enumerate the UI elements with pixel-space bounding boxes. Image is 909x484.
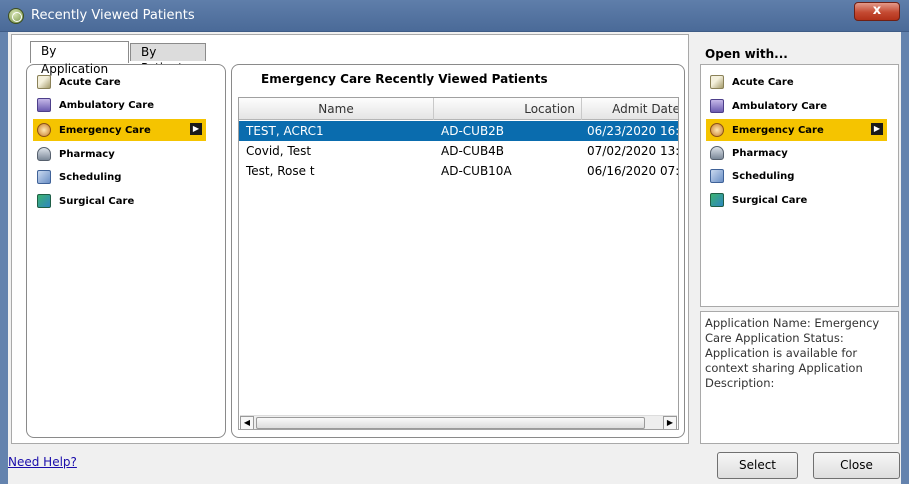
app-item-label: Surgical Care bbox=[59, 195, 135, 207]
ambulatory-icon bbox=[37, 98, 51, 112]
grid-header: Name Location Admit Date bbox=[239, 98, 678, 120]
app-item-label: Acute Care bbox=[732, 76, 794, 88]
app-item-label: Scheduling bbox=[732, 170, 795, 182]
open-with-pharmacy[interactable]: Pharmacy bbox=[706, 142, 887, 164]
app-item-label: Scheduling bbox=[59, 171, 122, 183]
column-header-name[interactable]: Name bbox=[239, 98, 434, 120]
app-item-surgical-care[interactable]: Surgical Care bbox=[33, 190, 206, 212]
surgical-icon bbox=[710, 193, 724, 207]
tab-by-application[interactable]: By Application bbox=[30, 41, 129, 76]
pharmacy-icon bbox=[37, 147, 51, 161]
select-button[interactable]: Select bbox=[717, 452, 798, 479]
column-header-admit-date[interactable]: Admit Date bbox=[583, 98, 678, 120]
open-with-list: Acute Care Ambulatory Care Emergency Car… bbox=[700, 64, 899, 307]
application-description: Application Name: Emergency Care Applica… bbox=[700, 311, 899, 444]
launch-arrow-icon[interactable]: ▶ bbox=[871, 123, 883, 135]
column-header-location[interactable]: Location bbox=[435, 98, 582, 120]
cell-admit-date: 07/02/2020 13:31 bbox=[587, 144, 679, 158]
application-list: Acute Care Ambulatory Care Emergency Car… bbox=[26, 64, 226, 438]
app-item-label: Surgical Care bbox=[732, 194, 808, 206]
close-button[interactable]: Close bbox=[813, 452, 900, 479]
window-title: Recently Viewed Patients bbox=[31, 8, 195, 23]
cell-name: Covid, Test bbox=[246, 144, 312, 158]
app-item-pharmacy[interactable]: Pharmacy bbox=[33, 143, 206, 165]
app-item-scheduling[interactable]: Scheduling bbox=[33, 166, 206, 188]
app-item-label: Ambulatory Care bbox=[732, 100, 827, 112]
app-item-label: Pharmacy bbox=[59, 148, 115, 160]
table-row[interactable]: Covid, Test AD-CUB4B 07/02/2020 13:31 bbox=[239, 141, 679, 161]
table-row[interactable]: Test, Rose t AD-CUB10A 06/16/2020 07:43 bbox=[239, 161, 679, 181]
emergency-icon bbox=[710, 123, 724, 137]
app-logo-icon bbox=[8, 8, 24, 24]
app-item-emergency-care[interactable]: Emergency Care ▶ bbox=[33, 119, 206, 141]
table-row[interactable]: TEST, ACRC1 AD-CUB2B 06/23/2020 16:36 bbox=[239, 121, 679, 141]
window-close-button[interactable]: x bbox=[854, 2, 900, 21]
open-with-ambulatory-care[interactable]: Ambulatory Care bbox=[706, 95, 887, 117]
cell-admit-date: 06/16/2020 07:43 bbox=[587, 164, 679, 178]
launch-arrow-icon[interactable]: ▶ bbox=[190, 123, 202, 135]
cell-name: Test, Rose t bbox=[246, 164, 315, 178]
title-bar: Recently Viewed Patients x bbox=[0, 0, 909, 32]
patients-grid: Name Location Admit Date TEST, ACRC1 AD-… bbox=[238, 97, 679, 430]
pharmacy-icon bbox=[710, 146, 724, 160]
surgical-icon bbox=[37, 194, 51, 208]
open-with-scheduling[interactable]: Scheduling bbox=[706, 165, 887, 187]
scrollbar-thumb[interactable] bbox=[256, 417, 645, 429]
ambulatory-icon bbox=[710, 99, 724, 113]
horizontal-scrollbar[interactable]: ◀ ▶ bbox=[240, 415, 677, 429]
app-item-label: Pharmacy bbox=[732, 147, 788, 159]
app-item-label: Acute Care bbox=[59, 76, 121, 88]
app-item-ambulatory-care[interactable]: Ambulatory Care bbox=[33, 94, 206, 116]
scheduling-icon bbox=[37, 170, 51, 184]
cell-location: AD-CUB10A bbox=[441, 164, 512, 178]
cell-name: TEST, ACRC1 bbox=[246, 124, 324, 138]
open-with-heading: Open with... bbox=[705, 47, 788, 61]
open-with-surgical-care[interactable]: Surgical Care bbox=[706, 189, 887, 211]
open-with-emergency-care[interactable]: Emergency Care ▶ bbox=[706, 119, 887, 141]
app-item-label: Emergency Care bbox=[59, 124, 151, 136]
cell-location: AD-CUB2B bbox=[441, 124, 505, 138]
clipboard-icon bbox=[710, 75, 724, 89]
app-item-label: Emergency Care bbox=[732, 124, 824, 136]
tab-by-patient[interactable]: By Patient bbox=[130, 43, 206, 75]
patients-panel-title: Emergency Care Recently Viewed Patients bbox=[261, 72, 548, 86]
emergency-icon bbox=[37, 123, 51, 137]
cell-location: AD-CUB4B bbox=[441, 144, 505, 158]
cell-admit-date: 06/23/2020 16:36 bbox=[587, 124, 679, 138]
scroll-left-icon[interactable]: ◀ bbox=[240, 416, 254, 429]
need-help-link[interactable]: Need Help? bbox=[8, 455, 77, 469]
scroll-right-icon[interactable]: ▶ bbox=[663, 416, 677, 429]
app-item-label: Ambulatory Care bbox=[59, 99, 154, 111]
open-with-acute-care[interactable]: Acute Care bbox=[706, 71, 887, 93]
scheduling-icon bbox=[710, 169, 724, 183]
